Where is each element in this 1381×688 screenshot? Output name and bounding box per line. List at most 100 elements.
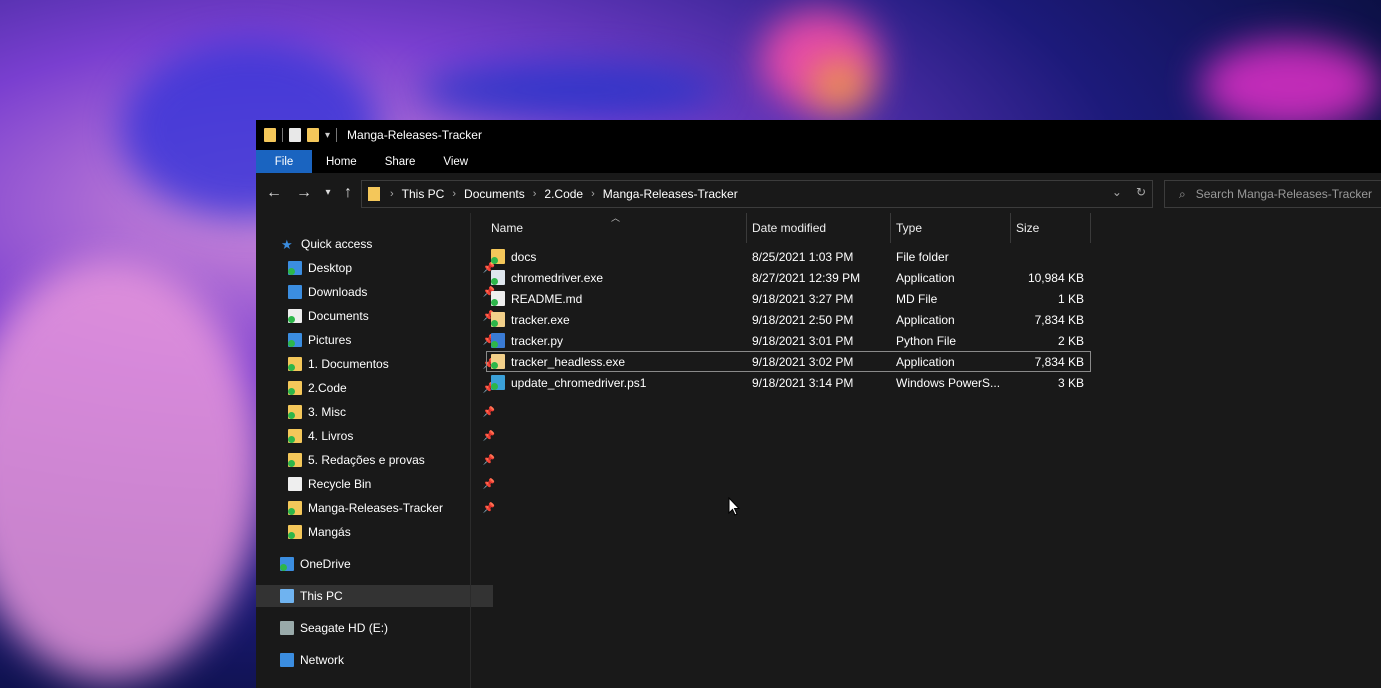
folder-icon	[288, 453, 302, 467]
folder-icon	[288, 357, 302, 371]
address-bar[interactable]: › This PC › Documents › 2.Code › Manga-R…	[361, 180, 1153, 208]
refresh-icon[interactable]: ↻	[1136, 185, 1146, 199]
sidebar-item-label: Network	[300, 653, 345, 667]
download-icon	[288, 285, 302, 299]
tab-view[interactable]: View	[429, 150, 482, 173]
sidebar-item-redacoes[interactable]: 5. Redações e provas 📌	[256, 449, 501, 471]
file-size: 10,984 KB	[1027, 270, 1084, 285]
sidebar-item-label: 4. Livros	[308, 429, 354, 443]
sidebar-item-label: OneDrive	[300, 557, 351, 571]
sidebar-item-label: Desktop	[308, 261, 353, 275]
sidebar-item-label: Mangás	[308, 525, 351, 539]
folder-icon	[288, 381, 302, 395]
table-row[interactable]: docs 8/25/2021 1:03 PM File folder	[486, 246, 1091, 267]
sidebar-item-seagate-drive[interactable]: Seagate HD (E:)	[256, 617, 493, 639]
navigation-pane: ★ Quick access Desktop 📌 Downloads 📌 Doc…	[256, 228, 495, 688]
chevron-right-icon[interactable]: ›	[587, 188, 599, 200]
mouse-cursor-icon	[728, 497, 740, 516]
tab-file[interactable]: File	[256, 150, 312, 173]
back-arrow-icon[interactable]: ←	[264, 184, 284, 202]
column-header-size[interactable]: Size	[1011, 213, 1091, 243]
file-name: docs	[511, 249, 537, 264]
recycle-bin-icon	[288, 477, 302, 491]
file-size: 7,834 KB	[1034, 354, 1084, 369]
properties-icon[interactable]	[289, 128, 301, 142]
folder-icon	[288, 405, 302, 419]
application-icon	[491, 270, 505, 285]
document-icon	[491, 291, 505, 306]
sidebar-item-label: 2.Code	[308, 381, 347, 395]
file-type: Application	[896, 312, 955, 327]
star-icon: ★	[281, 237, 293, 252]
sidebar-item-downloads[interactable]: Downloads 📌	[256, 281, 501, 303]
breadcrumb-current-folder[interactable]: Manga-Releases-Tracker	[599, 187, 742, 201]
file-size: 2 KB	[1057, 333, 1084, 348]
sort-ascending-icon: ︿	[611, 213, 621, 223]
file-size: 1 KB	[1057, 291, 1084, 306]
folder-icon	[491, 249, 505, 264]
tab-share[interactable]: Share	[371, 150, 430, 173]
column-header-date[interactable]: Date modified	[747, 213, 891, 243]
chevron-right-icon[interactable]: ›	[529, 188, 541, 200]
file-date: 8/25/2021 1:03 PM	[752, 249, 854, 264]
file-name: update_chromedriver.ps1	[511, 375, 647, 390]
table-row-selected[interactable]: tracker_headless.exe 9/18/2021 3:02 PM A…	[486, 351, 1091, 372]
sidebar-item-onedrive[interactable]: OneDrive	[256, 553, 493, 575]
sidebar-item-documents[interactable]: Documents 📌	[256, 305, 501, 327]
chevron-right-icon[interactable]: ›	[448, 188, 460, 200]
wallpaper-blob	[0, 260, 260, 680]
sidebar-item-quick-access[interactable]: ★ Quick access	[256, 233, 494, 255]
sidebar-item-label: Downloads	[308, 285, 368, 299]
table-row[interactable]: update_chromedriver.ps1 9/18/2021 3:14 P…	[486, 372, 1091, 393]
sidebar-item-this-pc[interactable]: This PC	[256, 585, 493, 607]
wallpaper-blob	[420, 60, 720, 120]
executable-icon	[491, 354, 505, 369]
breadcrumb-documents[interactable]: Documents	[460, 187, 529, 201]
chevron-down-icon[interactable]: ▾	[325, 130, 330, 141]
breadcrumb-code[interactable]: 2.Code	[540, 187, 587, 201]
executable-icon	[491, 312, 505, 327]
search-input[interactable]: ⌕ Search Manga-Releases-Tracker	[1164, 180, 1381, 208]
column-headers: ︿ Name Date modified Type Size	[486, 213, 1091, 243]
column-header-label: Size	[1016, 221, 1040, 235]
sidebar-item-recycle-bin[interactable]: Recycle Bin 📌	[256, 473, 501, 495]
table-row[interactable]: tracker.exe 9/18/2021 2:50 PM Applicatio…	[486, 309, 1091, 330]
separator	[336, 128, 338, 142]
forward-arrow-icon[interactable]: →	[294, 184, 314, 202]
table-row[interactable]: chromedriver.exe 8/27/2021 12:39 PM Appl…	[486, 267, 1091, 288]
sidebar-item-pictures[interactable]: Pictures 📌	[256, 329, 501, 351]
search-placeholder: Search Manga-Releases-Tracker	[1195, 187, 1373, 201]
chevron-down-icon[interactable]: ⌄	[1112, 185, 1122, 199]
title-bar: ▾ Manga-Releases-Tracker	[256, 120, 1381, 150]
column-header-name[interactable]: ︿ Name	[486, 213, 747, 243]
column-header-type[interactable]: Type	[891, 213, 1011, 243]
file-date: 9/18/2021 3:14 PM	[752, 375, 854, 390]
network-icon	[280, 653, 294, 667]
file-rows: docs 8/25/2021 1:03 PM File folder chrom…	[486, 246, 1091, 393]
sidebar-item-misc[interactable]: 3. Misc 📌	[256, 401, 501, 423]
table-row[interactable]: README.md 9/18/2021 3:27 PM MD File 1 KB	[486, 288, 1091, 309]
new-folder-icon[interactable]	[307, 128, 319, 142]
sidebar-item-label: 1. Documentos	[308, 357, 389, 371]
sidebar-item-manga-releases-tracker[interactable]: Manga-Releases-Tracker 📌	[256, 497, 501, 519]
file-type: Windows PowerS...	[896, 375, 1001, 390]
sidebar-item-mangas[interactable]: Mangás	[256, 521, 501, 543]
pane-divider[interactable]	[470, 213, 471, 688]
file-date: 9/18/2021 3:27 PM	[752, 291, 854, 306]
sidebar-item-livros[interactable]: 4. Livros 📌	[256, 425, 501, 447]
sidebar-item-desktop[interactable]: Desktop 📌	[256, 257, 501, 279]
sidebar-item-documentos[interactable]: 1. Documentos 📌	[256, 353, 501, 375]
folder-icon	[288, 501, 302, 515]
wallpaper-blob	[810, 60, 870, 110]
breadcrumb-this-pc[interactable]: This PC	[398, 187, 449, 201]
chevron-right-icon[interactable]: ›	[386, 188, 398, 200]
wallpaper-blob	[1200, 40, 1380, 130]
recent-locations-chevron-icon[interactable]: ▾	[318, 187, 338, 198]
sidebar-item-label: Documents	[308, 309, 369, 323]
sidebar-item-code[interactable]: 2.Code 📌	[256, 377, 501, 399]
tab-home[interactable]: Home	[312, 150, 371, 173]
sidebar-item-network[interactable]: Network	[256, 649, 493, 671]
table-row[interactable]: tracker.py 9/18/2021 3:01 PM Python File…	[486, 330, 1091, 351]
file-name: tracker.py	[511, 333, 564, 348]
up-arrow-icon[interactable]: ↑	[338, 184, 358, 202]
